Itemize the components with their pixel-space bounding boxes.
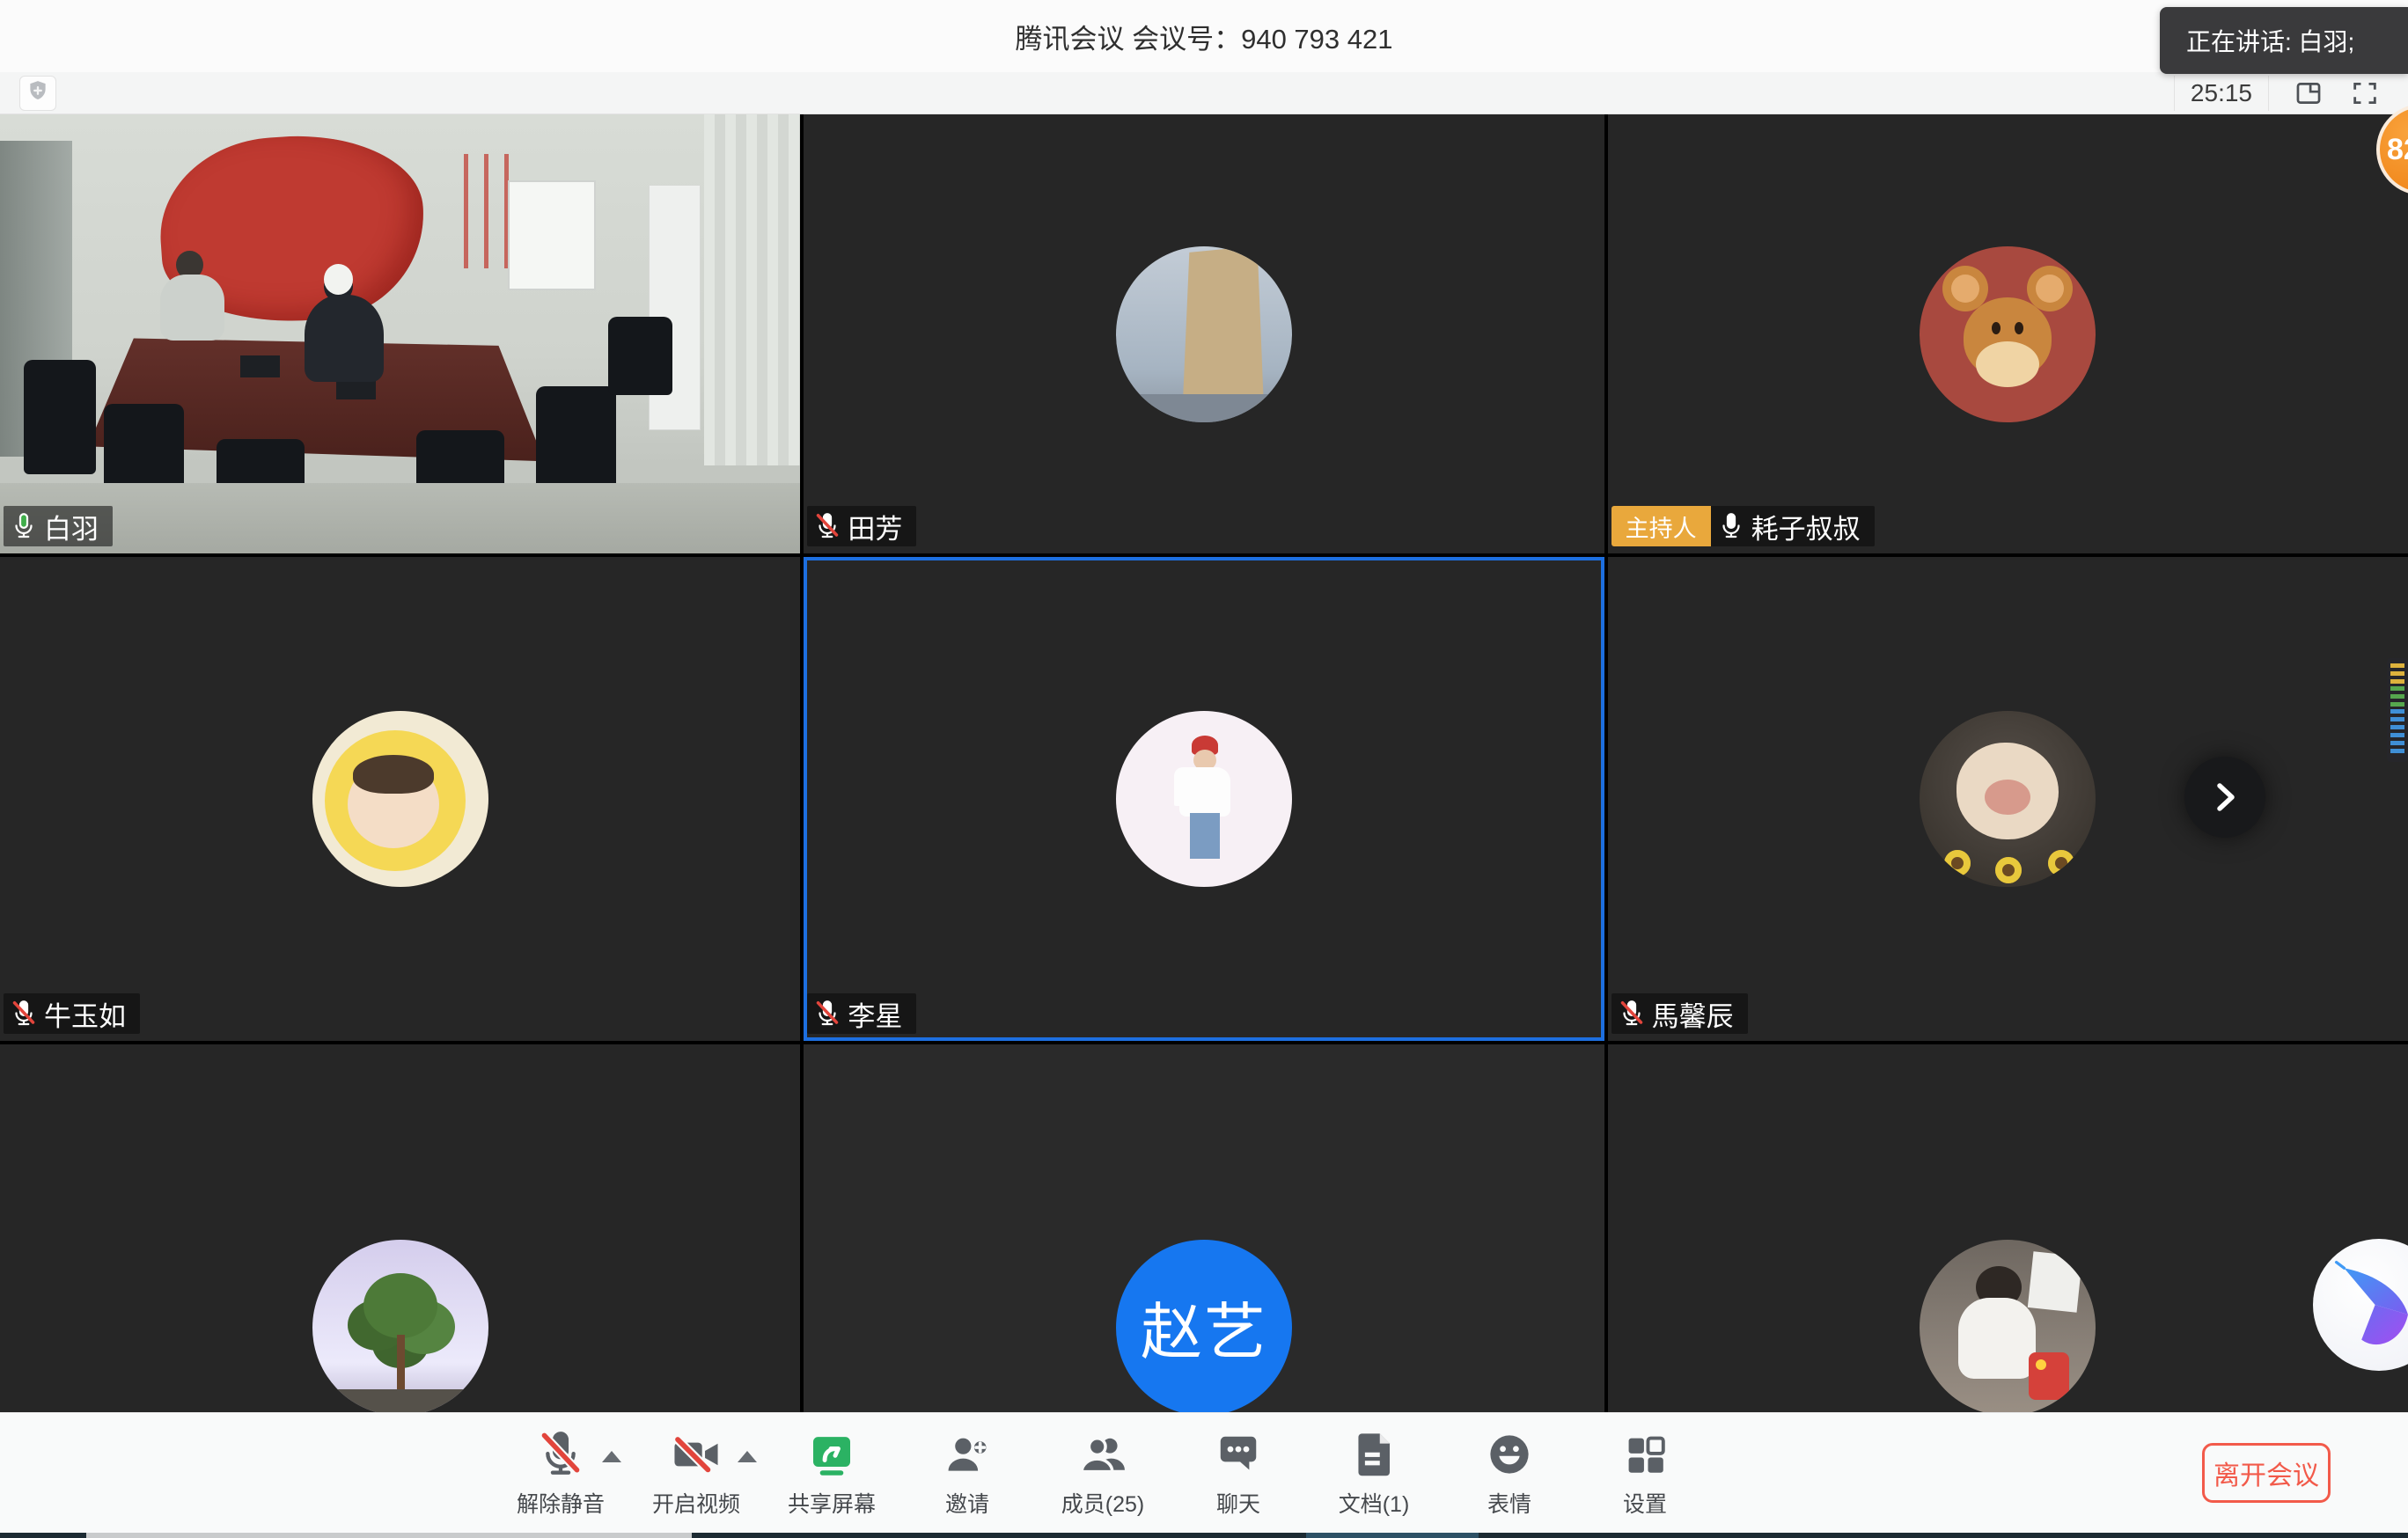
speaking-now-text: 正在讲话: 白羽; — [2186, 23, 2354, 58]
mic-muted-icon — [1619, 998, 1645, 1029]
meter-yellow-segment — [2390, 663, 2404, 686]
toolbar-label: 表情 — [1487, 1487, 1531, 1519]
toolbar-label: 文档(1) — [1339, 1487, 1410, 1519]
toolbar-chat-button[interactable]: 聊天 — [1171, 1421, 1306, 1527]
meeting-timer: 25:15 — [2174, 76, 2269, 111]
name-label: 田芳 — [807, 506, 916, 546]
caret-up-icon[interactable] — [738, 1451, 757, 1462]
person-left — [160, 275, 224, 341]
mic-active-icon — [11, 510, 37, 542]
mic-muted-icon — [538, 1429, 584, 1480]
leave-meeting-button[interactable]: 离开会议 — [2202, 1443, 2331, 1503]
hummingbird-icon — [2331, 1256, 2408, 1353]
whiteboard — [508, 180, 596, 290]
avatar-jerry-mouse — [1920, 246, 2096, 422]
person-center — [305, 295, 385, 383]
toolbar-label: 聊天 — [1216, 1487, 1260, 1519]
name-label: 牛玉如 — [4, 993, 140, 1034]
participant-name: 李星 — [848, 994, 902, 1034]
name-label: 白羽 — [4, 506, 113, 546]
chevron-right-icon — [2202, 774, 2248, 820]
caret-up-icon[interactable] — [602, 1451, 621, 1462]
toolbar-members-button[interactable]: 成员(25) — [1035, 1421, 1171, 1527]
speaking-now-tooltip: 正在讲话: 白羽; — [2160, 7, 2408, 74]
security-shield-button[interactable] — [19, 76, 56, 111]
toolbar-share-screen-button[interactable]: 共享屏幕 — [764, 1421, 899, 1527]
meeting-title: 腾讯会议 会议号：940 793 421 — [1015, 17, 1392, 56]
tile-haozishushu[interactable]: 主持人 耗子叔叔 — [1608, 114, 2408, 553]
tile-baiyu[interactable]: 白羽 — [0, 114, 800, 553]
chat-bubble-icon — [1215, 1429, 1262, 1480]
document-icon — [1351, 1429, 1397, 1480]
emoji-smile-icon — [1486, 1429, 1533, 1480]
host-badge: 主持人 — [1611, 506, 1711, 546]
participant-grid: 白羽 田芳 — [0, 114, 2408, 1533]
toolbar-start-video-button[interactable]: 开启视频 — [628, 1421, 764, 1527]
avatar-blue-initials: 赵艺 — [1116, 1240, 1292, 1416]
participant-name: 耗子叔叔 — [1751, 507, 1861, 546]
participant-name: 白羽 — [44, 507, 99, 546]
camera-off-icon — [671, 1429, 722, 1480]
video-feed-meeting-room — [0, 114, 800, 553]
tile-lixing-selected[interactable]: 李星 — [804, 557, 1604, 1041]
mic-on-icon — [1718, 510, 1744, 542]
tile-maxinchen[interactable]: 馬馨辰 — [1608, 557, 2408, 1041]
name-label: 李星 — [807, 993, 916, 1034]
bottom-toolbar: 解除静音 开启视频 — [0, 1412, 2408, 1533]
shield-plus-icon — [26, 79, 49, 108]
tile-tianfang[interactable]: 田芳 — [804, 114, 1604, 553]
title-bar: 腾讯会议 会议号：940 793 421 — [0, 0, 2408, 72]
name-label: 馬馨辰 — [1611, 993, 1748, 1034]
meter-blue-segment — [2390, 709, 2404, 757]
avatar-plush-pig — [1920, 711, 2096, 887]
participant-name: 田芳 — [848, 507, 902, 546]
avatar-child-yellow-hood — [312, 711, 488, 887]
name-label: 主持人 耗子叔叔 — [1611, 506, 1875, 546]
toolbar-label: 开启视频 — [652, 1487, 740, 1519]
audio-level-meter — [2387, 658, 2408, 762]
avatar-initials-text: 赵艺 — [1141, 1283, 1267, 1372]
toolbar-top: 25:15 — [0, 72, 2408, 114]
toolbar-emoji-button[interactable]: 表情 — [1442, 1421, 1577, 1527]
mic-muted-icon — [814, 510, 841, 542]
meter-green-segment — [2390, 686, 2404, 709]
share-screen-icon — [807, 1429, 856, 1480]
mic-muted-icon — [814, 998, 841, 1029]
meeting-window: 腾讯会议 会议号：940 793 421 25:15 正在讲话: 白羽; 82 — [0, 0, 2408, 1538]
layout-switch-icon[interactable] — [2292, 77, 2325, 110]
members-icon — [1078, 1429, 1127, 1480]
toolbar-label: 成员(25) — [1061, 1487, 1144, 1519]
fullscreen-icon[interactable] — [2348, 77, 2382, 110]
avatar-person-red-cap — [1116, 711, 1292, 887]
avatar-building-photo — [1116, 246, 1292, 422]
badge-count-text: 82 — [2387, 133, 2408, 167]
toolbar-label: 邀请 — [945, 1487, 989, 1519]
toolbar-unmute-button[interactable]: 解除静音 — [493, 1421, 628, 1527]
avatar-tree-photo — [312, 1240, 488, 1416]
invite-user-icon — [943, 1429, 992, 1480]
toolbar-label: 共享屏幕 — [788, 1487, 876, 1519]
toolbar-label: 设置 — [1623, 1487, 1667, 1519]
toolbar-label: 解除静音 — [517, 1487, 605, 1519]
settings-grid-icon — [1622, 1429, 1668, 1480]
next-page-button[interactable] — [2184, 757, 2265, 838]
toolbar-settings-button[interactable]: 设置 — [1577, 1421, 1713, 1527]
leave-meeting-label: 离开会议 — [2213, 1454, 2319, 1492]
tile-niuyuru[interactable]: 牛玉如 — [0, 557, 800, 1041]
avatar-person-painting — [1920, 1240, 2096, 1416]
participant-name: 馬馨辰 — [1652, 994, 1734, 1034]
mic-muted-icon — [11, 998, 37, 1029]
toolbar-docs-button[interactable]: 文档(1) — [1306, 1421, 1442, 1527]
toolbar-invite-button[interactable]: 邀请 — [899, 1421, 1035, 1527]
participant-name: 牛玉如 — [44, 994, 126, 1034]
